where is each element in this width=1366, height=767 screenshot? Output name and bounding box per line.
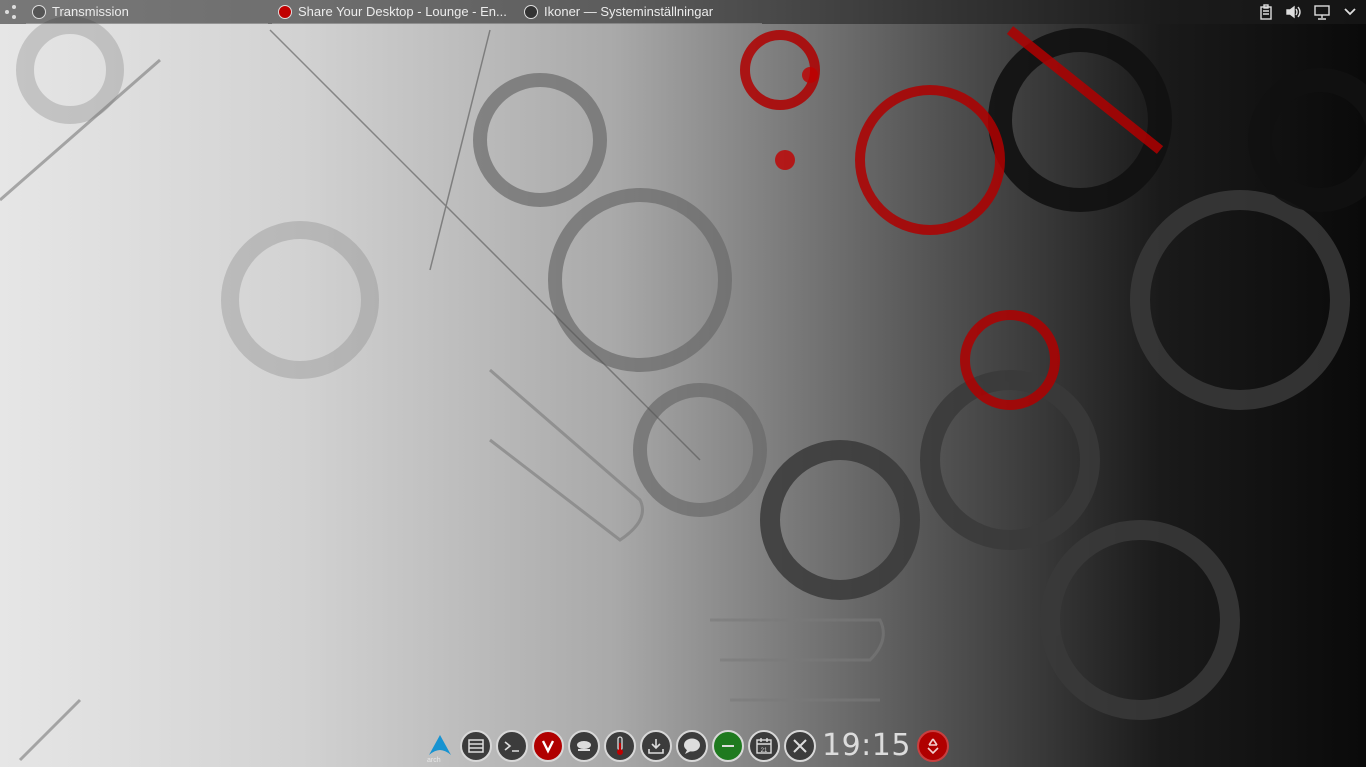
calendar-icon: 21 bbox=[756, 738, 772, 754]
clock[interactable]: 19:15 bbox=[822, 730, 911, 762]
trash-button[interactable] bbox=[916, 730, 949, 762]
system-settings-icon bbox=[524, 4, 538, 19]
status-button[interactable] bbox=[712, 730, 744, 762]
arch-label: arch bbox=[427, 757, 441, 764]
volume-icon[interactable] bbox=[1284, 2, 1304, 22]
tools-button[interactable] bbox=[784, 730, 816, 762]
file-manager-button[interactable] bbox=[460, 730, 492, 762]
task-label: Transmission bbox=[52, 4, 129, 19]
terminal-icon bbox=[504, 741, 519, 752]
task-label: Ikoner — Systeminställningar bbox=[544, 4, 714, 19]
coffee-cup-icon bbox=[577, 741, 591, 751]
thermometer-icon bbox=[617, 736, 623, 755]
system-tray bbox=[1256, 2, 1360, 22]
vivaldi-button[interactable] bbox=[532, 730, 564, 762]
top-panel: Transmission Share Your Desktop - Lounge… bbox=[0, 0, 1366, 24]
arch-linux-icon bbox=[429, 735, 451, 755]
desktop-wallpaper bbox=[0, 16, 1366, 762]
coffee-button[interactable] bbox=[568, 730, 600, 762]
task-label: Share Your Desktop - Lounge - En... bbox=[298, 4, 507, 19]
application-launcher-icon bbox=[5, 5, 16, 19]
chat-button[interactable] bbox=[676, 730, 708, 762]
bottom-dock: arch 21 19:15 bbox=[424, 726, 949, 766]
file-manager-icon bbox=[468, 739, 484, 753]
arch-launcher-button[interactable]: arch bbox=[424, 730, 456, 764]
vivaldi-icon bbox=[278, 4, 292, 19]
green-status-icon bbox=[722, 745, 734, 747]
task-vivaldi[interactable]: Share Your Desktop - Lounge - En... bbox=[272, 0, 518, 24]
transmission-icon bbox=[32, 4, 46, 19]
calendar-button[interactable]: 21 bbox=[748, 730, 780, 762]
terminal-button[interactable] bbox=[496, 730, 528, 762]
download-button[interactable] bbox=[640, 730, 672, 762]
vivaldi-icon bbox=[541, 740, 555, 754]
temperature-button[interactable] bbox=[604, 730, 636, 762]
calendar-day: 21 bbox=[761, 748, 768, 754]
chevron-down-icon[interactable] bbox=[1340, 2, 1360, 22]
download-icon bbox=[648, 739, 664, 754]
tools-icon bbox=[793, 739, 807, 753]
task-system-settings[interactable]: Ikoner — Systeminställningar bbox=[518, 0, 762, 24]
clipboard-icon[interactable] bbox=[1256, 2, 1276, 22]
network-icon[interactable] bbox=[1312, 2, 1332, 22]
application-launcher-button[interactable] bbox=[2, 2, 22, 22]
chat-bubble-icon bbox=[684, 738, 700, 754]
recycle-icon bbox=[927, 738, 939, 755]
task-transmission[interactable]: Transmission bbox=[26, 0, 268, 24]
